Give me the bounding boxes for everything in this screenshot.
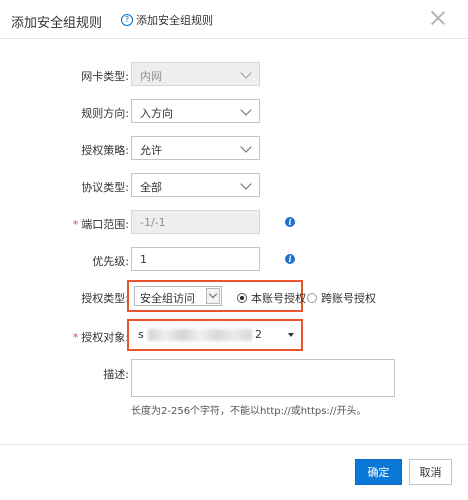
radio-cross-account[interactable]: 跨账号授权 xyxy=(307,290,376,306)
auth-type-label: 授权类型: xyxy=(81,292,129,305)
description-hint: 长度为2-256个字符，不能以http://或https://开头。 xyxy=(131,406,367,417)
port-range-value: -1/-1 xyxy=(140,216,166,229)
auth-target-suffix: 2 xyxy=(255,328,262,341)
chevron-down-icon xyxy=(240,141,252,153)
help-link-text: 添加安全组规则 xyxy=(136,14,213,27)
close-icon[interactable] xyxy=(428,8,448,28)
protocol-select[interactable]: 全部 xyxy=(131,173,260,197)
policy-value: 允许 xyxy=(140,144,162,157)
dialog-title: 添加安全组规则 xyxy=(11,16,103,31)
footer-divider xyxy=(0,444,468,445)
priority-label: 优先级: xyxy=(92,255,129,268)
policy-label: 授权策略: xyxy=(81,144,129,157)
auth-target-label: * 授权对象: xyxy=(72,331,129,344)
radio-checked-icon xyxy=(237,293,247,303)
priority-value: 1 xyxy=(140,253,147,266)
port-range-label: * 端口范围: xyxy=(72,218,129,231)
info-icon[interactable]: i xyxy=(285,254,295,264)
direction-value: 入方向 xyxy=(140,107,173,120)
required-mark: * xyxy=(72,218,79,231)
redacted-value xyxy=(148,329,252,341)
protocol-value: 全部 xyxy=(140,181,162,194)
auth-target-select[interactable]: s 2 xyxy=(134,323,299,347)
policy-select[interactable]: 允许 xyxy=(131,136,260,160)
description-label: 描述: xyxy=(103,368,129,381)
priority-input[interactable]: 1 xyxy=(131,247,260,271)
required-mark: * xyxy=(72,331,79,344)
direction-label: 规则方向: xyxy=(81,107,129,120)
chevron-down-icon xyxy=(206,288,220,304)
radio-own-account-label: 本账号授权 xyxy=(251,292,306,305)
chevron-down-icon xyxy=(240,178,252,190)
radio-unchecked-icon xyxy=(307,293,317,303)
protocol-label: 协议类型: xyxy=(81,181,129,194)
radio-cross-account-label: 跨账号授权 xyxy=(321,292,376,305)
caret-down-icon xyxy=(288,333,294,337)
confirm-button[interactable]: 确定 xyxy=(355,459,402,485)
help-link[interactable]: ? 添加安全组规则 xyxy=(121,12,213,28)
port-range-input: -1/-1 xyxy=(131,210,260,234)
auth-type-select[interactable]: 安全组访问 xyxy=(134,286,222,306)
chevron-down-icon xyxy=(240,104,252,116)
description-textarea[interactable] xyxy=(131,359,395,397)
nic-type-label: 网卡类型: xyxy=(81,70,129,83)
auth-target-prefix: s xyxy=(138,328,144,341)
auth-type-value: 安全组访问 xyxy=(140,292,195,305)
info-icon[interactable]: i xyxy=(285,217,295,227)
add-security-group-rule-dialog: 添加安全组规则 ? 添加安全组规则 网卡类型: 内网 规则方向: 入方向 授权策… xyxy=(0,0,468,500)
radio-own-account[interactable]: 本账号授权 xyxy=(237,290,306,306)
question-circle-icon: ? xyxy=(121,14,133,26)
direction-select[interactable]: 入方向 xyxy=(131,99,260,123)
header-divider xyxy=(0,38,468,39)
cancel-button[interactable]: 取消 xyxy=(409,459,452,485)
nic-type-value: 内网 xyxy=(140,70,162,83)
chevron-down-icon xyxy=(240,67,252,79)
nic-type-select: 内网 xyxy=(131,62,260,86)
